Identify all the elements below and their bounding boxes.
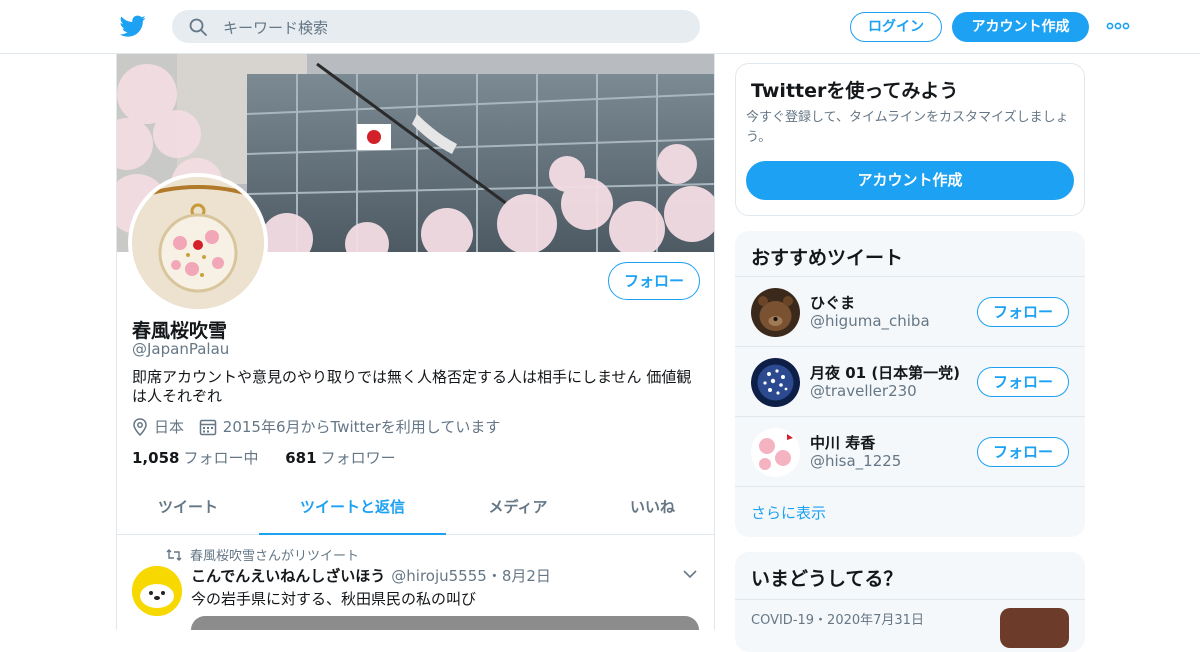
profile-location: 日本	[132, 416, 184, 437]
follow-button[interactable]: フォロー	[977, 297, 1069, 327]
user-avatar[interactable]	[751, 358, 800, 407]
retweet-context: 春風桜吹雪さんがリツイート	[166, 545, 359, 564]
show-more-row[interactable]: さらに表示	[735, 486, 1085, 537]
followers-label: フォロワー	[320, 449, 396, 467]
signup-card-description: 今すぐ登録して、タイムラインをカスタマイズしましょう。	[746, 110, 1069, 145]
trend-thumbnail[interactable]	[1000, 608, 1069, 648]
tweet-date[interactable]: 8月2日	[502, 567, 551, 585]
signup-card: Twitterを使ってみよう 今すぐ登録して、タイムラインをカスタマイズしましょ…	[735, 63, 1085, 216]
user-handle[interactable]: @hisa_1225	[810, 452, 901, 470]
chevron-down-icon[interactable]	[683, 569, 697, 579]
tweet-text: 今の岩手県に対する、秋田県民の私の叫び	[191, 590, 477, 608]
tweet-author-name[interactable]: こんでんえいねんしざいほう	[191, 567, 385, 585]
join-date-text: 2015年6月からTwitterを利用しています	[222, 418, 501, 436]
whats-happening-card: いまどうしてる？ COVID-19・2020年7月31日	[735, 552, 1085, 652]
retweet-icon	[166, 548, 182, 561]
following-stat[interactable]: 1,058 フォロー中	[132, 449, 258, 467]
recommended-user[interactable]: 月夜 01 (日本第一党) @traveller230 フォロー	[735, 346, 1085, 416]
followers-count: 681	[285, 449, 317, 467]
top-navigation-bar: キーワード検索 ログイン アカウント作成	[0, 0, 1200, 54]
profile-meta: 日本 2015年6月からTwitterを利用しています	[132, 416, 510, 440]
profile-name: 春風桜吹雪	[132, 320, 228, 342]
recommended-title: おすすめツイート	[751, 247, 904, 269]
user-name[interactable]: 月夜 01 (日本第一党)	[810, 362, 960, 383]
show-more-link[interactable]: さらに表示	[751, 502, 826, 523]
tab-tweets-and-replies[interactable]: ツイートと返信	[259, 484, 446, 535]
user-name[interactable]: 中川 寿香	[810, 432, 875, 453]
profile-avatar[interactable]	[128, 173, 268, 313]
tweet-author-handle[interactable]: @hiroju5555	[391, 567, 487, 585]
follow-button[interactable]: フォロー	[977, 367, 1069, 397]
signup-card-title: Twitterを使ってみよう	[751, 80, 959, 102]
tweet-item[interactable]: 春風桜吹雪さんがリツイート こんでんえいねんしざいほう @hiroju5555・8…	[117, 536, 714, 630]
recommended-user[interactable]: 中川 寿香 @hisa_1225 フォロー	[735, 416, 1085, 486]
calendar-icon	[199, 419, 217, 435]
search-bar[interactable]: キーワード検索	[172, 10, 700, 43]
signup-card-button[interactable]: アカウント作成	[746, 161, 1074, 200]
follow-button[interactable]: フォロー	[977, 437, 1069, 467]
profile-stats: 1,058 フォロー中 681 フォロワー	[132, 447, 418, 468]
follow-profile-button[interactable]: フォロー	[608, 262, 700, 300]
user-avatar[interactable]	[751, 428, 800, 477]
search-input[interactable]: キーワード検索	[223, 17, 328, 38]
recommended-tweets-card: おすすめツイート ひぐま @higuma_chiba フォロー 月夜 01 (日…	[735, 231, 1085, 537]
search-icon	[189, 18, 207, 36]
profile-handle[interactable]: @JapanPalau	[132, 340, 229, 358]
following-count: 1,058	[132, 449, 180, 467]
tweet-separator: ・	[486, 567, 502, 585]
trend-meta-text: COVID-19・2020年7月31日	[751, 613, 924, 628]
tweet-media[interactable]	[191, 616, 699, 630]
whats-happening-title: いまどうしてる？	[751, 568, 903, 590]
user-handle[interactable]: @higuma_chiba	[810, 312, 930, 330]
trend-item[interactable]: COVID-19・2020年7月31日	[735, 599, 1085, 628]
user-name[interactable]: ひぐま	[810, 292, 855, 313]
more-dots-icon[interactable]	[1106, 18, 1130, 34]
user-avatar[interactable]	[751, 288, 800, 337]
profile-column: フォロー 春風桜吹雪 @JapanPalau 即席アカウントや意見のやり取りでは…	[116, 54, 715, 630]
location-pin-icon	[133, 417, 147, 436]
profile-tabs: ツイート ツイートと返信 メディア いいね	[117, 484, 714, 535]
tab-media[interactable]: メディア	[446, 484, 590, 535]
signup-button[interactable]: アカウント作成	[952, 12, 1089, 42]
profile-join-date: 2015年6月からTwitterを利用しています	[199, 416, 501, 437]
user-handle[interactable]: @traveller230	[810, 382, 917, 400]
retweet-text: 春風桜吹雪さんがリツイート	[190, 549, 360, 564]
profile-bio: 即席アカウントや意見のやり取りでは無く人格否定する人は相手にしません 価値観は人…	[132, 368, 692, 405]
followers-stat[interactable]: 681 フォロワー	[285, 449, 395, 467]
following-label: フォロー中	[183, 449, 259, 467]
location-text: 日本	[154, 418, 185, 436]
recommended-user[interactable]: ひぐま @higuma_chiba フォロー	[735, 276, 1085, 346]
tweet-header: こんでんえいねんしざいほう @hiroju5555・8月2日	[191, 565, 551, 586]
tweet-author-avatar[interactable]	[132, 566, 182, 616]
login-button[interactable]: ログイン	[850, 12, 942, 42]
twitter-bird-icon[interactable]	[119, 13, 147, 39]
tab-likes[interactable]: いいね	[590, 484, 714, 535]
tab-tweets[interactable]: ツイート	[117, 484, 259, 535]
